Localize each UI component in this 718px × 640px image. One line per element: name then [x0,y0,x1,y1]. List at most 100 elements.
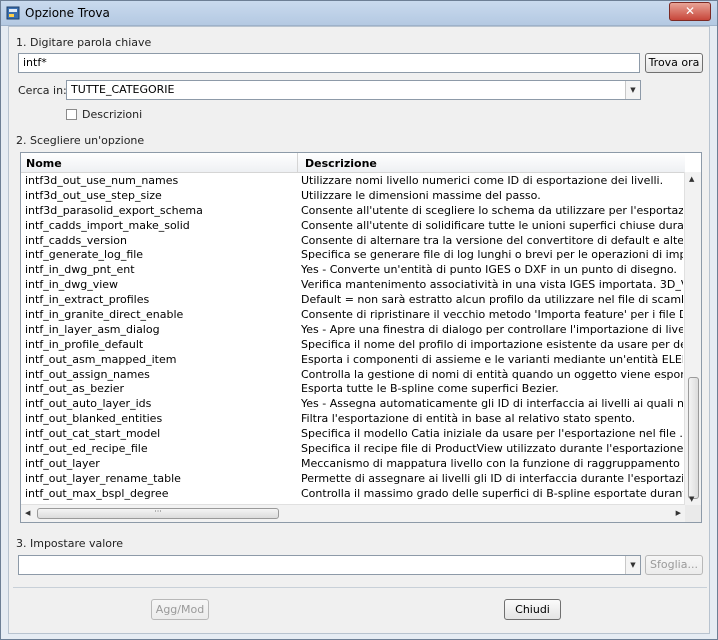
option-description: Permette di assegnare ai livelli gli ID … [301,471,683,485]
table-row[interactable]: intf_out_cat_start_model Specifica il mod… [21,427,685,442]
value-select[interactable]: ▼ [18,555,641,575]
option-description: Controlla la gestione di nomi di entità … [301,367,683,381]
option-description: Consente all'utente di solidificare tutt… [301,218,683,232]
option-description: Specifica il nome del profilo di importa… [301,337,683,351]
column-header-description[interactable]: Descrizione [305,157,377,170]
chevron-down-icon[interactable]: ▼ [625,81,640,99]
scroll-up-icon[interactable]: ▲ [689,175,694,183]
table-header: Nome Descrizione [21,153,685,173]
option-description: Utilizzare nomi livello numerici come ID… [301,174,664,187]
scroll-right-icon[interactable]: ▶ [676,509,681,517]
category-value: TUTTE_CATEGORIE [71,83,175,96]
option-name: intf_out_assign_names [25,367,150,381]
chevron-down-icon[interactable]: ▼ [625,556,640,574]
option-name: intf3d_out_use_num_names [25,174,179,187]
option-name: intf_in_layer_asm_dialog [25,322,160,336]
option-name: intf_cadds_import_make_solid [25,218,190,232]
scroll-corner [685,505,701,522]
option-description: Esporta tutte le B-spline come superfici… [301,382,559,396]
keyword-input[interactable]: intf* [18,53,640,73]
category-select[interactable]: TUTTE_CATEGORIE ▼ [66,80,641,100]
table-row[interactable]: intf_out_as_bezier Esporta tutte le B-spl… [21,382,685,397]
horizontal-scrollbar[interactable]: ◀ ··· ▶ [21,504,685,522]
app-icon [6,6,20,20]
close-x-icon: ✕ [684,4,696,18]
option-name: intf_out_max_bspl_degree [25,486,169,500]
column-divider[interactable] [297,153,298,172]
table-row[interactable]: intf_out_auto_layer_ids Yes - Assegna aut… [21,397,685,412]
option-description: Utilizzare le dimensioni massime del pas… [301,188,541,202]
table-row[interactable]: intf_out_assign_names Controlla la gestio… [21,368,685,383]
close-window-button[interactable]: ✕ [669,2,711,21]
table-row[interactable]: intf_in_profile_default Specifica il nome… [21,338,685,353]
option-name: intf_out_as_bezier [25,382,125,396]
browse-button[interactable]: Sfoglia... [645,555,703,575]
table-row[interactable]: intf_out_layer_rename_table Permette di a… [21,472,685,487]
option-description: Specifica se generare file di log lunghi… [301,248,683,262]
table-row[interactable]: intf_in_dwg_view Verifica mantenimento as… [21,278,685,293]
option-description: Controlla il massimo grado delle superfi… [301,486,683,500]
option-description: Specifica il modello Catia iniziale da u… [301,427,683,441]
find-option-dialog: Opzione Trova ✕ 1. Digitare parola chiav… [0,0,718,640]
option-description: Verifica mantenimento associatività in u… [301,278,683,292]
scroll-left-icon[interactable]: ◀ [25,509,30,517]
option-description: Consente di ripristinare il vecchio meto… [301,308,683,322]
keyword-value: intf* [23,56,47,69]
option-name: intf_out_auto_layer_ids [25,397,152,411]
option-description: Esporta i componenti di assieme e le var… [301,352,683,366]
option-description: Yes - Converte un'entità di punto IGES o… [301,263,677,277]
option-description: Consente all'utente di scegliere lo sche… [301,203,683,217]
option-name: intf_out_asm_mapped_item [25,352,177,366]
step3-label: 3. Impostare valore [16,537,124,550]
table-row[interactable]: intf_out_asm_mapped_item Esporta i compon… [21,353,685,368]
search-now-button[interactable]: Trova ora [645,53,703,73]
option-name: intf_out_blanked_entities [25,412,163,426]
table-row[interactable]: intf3d_out_use_num_names Utilizzare nomi … [21,174,685,189]
table-row[interactable]: intf_in_dwg_pnt_ent Yes - Converte un'ent… [21,263,685,278]
horizontal-scroll-thumb[interactable]: ··· [37,508,279,519]
column-header-name[interactable]: Nome [26,157,62,170]
step1-label: 1. Digitare parola chiave [16,36,152,49]
option-name: intf_in_granite_direct_enable [25,308,184,322]
descriptions-checkbox[interactable] [66,109,77,120]
close-button[interactable]: Chiudi [504,599,561,620]
option-name: intf3d_parasolid_export_schema [25,203,203,217]
vertical-scroll-thumb[interactable] [688,377,699,499]
table-row[interactable]: intf_cadds_import_make_solid Consente all… [21,219,685,234]
table-row[interactable]: intf_in_granite_direct_enable Consente di… [21,308,685,323]
table-row[interactable]: intf_generate_log_file Specifica se gener… [21,248,685,263]
vertical-scrollbar[interactable]: ▲ ▼ [684,172,701,505]
option-name: intf_in_profile_default [25,337,144,351]
option-name: intf_out_cat_start_model [25,427,161,441]
table-row[interactable]: intf3d_out_use_step_size Utilizzare le di… [21,189,685,204]
table-row[interactable]: intf_in_extract_profiles Default = non sa… [21,293,685,308]
table-rows: intf3d_out_use_num_names Utilizzare nomi … [21,174,685,504]
option-name: intf_in_extract_profiles [25,293,150,307]
table-row[interactable]: intf_out_ed_recipe_file Specifica il reci… [21,442,685,457]
dialog-content: 1. Digitare parola chiave intf* Trova or… [8,26,710,634]
option-description: Default = non sarà estratto alcun profil… [301,293,683,307]
option-description: Yes - Apre una finestra di dialogo per c… [301,322,683,336]
table-row[interactable]: intf3d_parasolid_export_schema Consente a… [21,204,685,219]
table-row[interactable]: intf_out_layer Meccanismo di mappatura li… [21,457,685,472]
option-description: Meccanismo di mappatura livello con la f… [301,456,683,470]
title-bar[interactable]: Opzione Trova ✕ [1,1,717,26]
option-name: intf_out_ed_recipe_file [25,442,148,456]
option-name: intf_generate_log_file [25,248,144,262]
option-description: Specifica il recipe file di ProductView … [301,442,683,456]
table-row[interactable]: intf_in_layer_asm_dialog Yes - Apre una f… [21,323,685,338]
option-name: intf_cadds_version [25,233,127,247]
search-in-label: Cerca in: [18,84,67,97]
window-title: Opzione Trova [25,6,110,20]
table-row[interactable]: intf_out_blanked_entities Filtra l'esport… [21,412,685,427]
option-name: intf3d_out_use_step_size [25,188,162,202]
scroll-down-icon[interactable]: ▼ [689,495,694,503]
option-name: intf_out_layer [25,456,100,470]
option-description: Filtra l'esportazione di entità in base … [301,412,636,426]
option-name: intf_in_dwg_pnt_ent [25,263,135,277]
table-row[interactable]: intf_out_max_bspl_degree Controlla il mas… [21,487,685,502]
option-name: intf_in_dwg_view [25,278,119,292]
apply-button[interactable]: Agg/Mod [151,599,209,620]
options-table: Nome Descrizione intf3d_out_use_num_name… [20,152,702,523]
table-row[interactable]: intf_cadds_version Consente di alternare … [21,234,685,249]
